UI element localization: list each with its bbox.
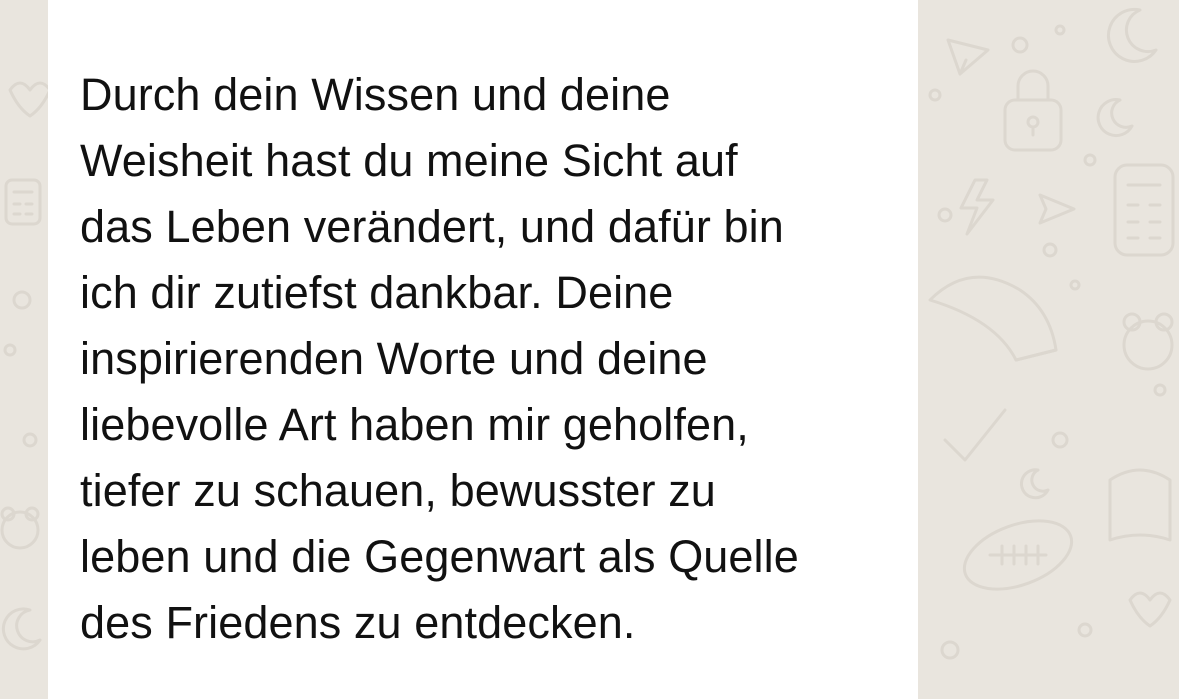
message-line: Weisheit hast du meine Sicht auf (80, 135, 738, 186)
calculator-icon (4, 178, 42, 226)
moon-icon (1, 607, 42, 651)
moon-icon (1019, 468, 1050, 500)
message-line: leben und die Gegenwart als Quelle (80, 531, 799, 582)
heart-icon (1128, 591, 1172, 628)
bear-icon (0, 506, 40, 550)
padlock-icon (1003, 69, 1063, 152)
football-icon (962, 519, 1074, 591)
cap-icon (928, 275, 1058, 362)
lightning-icon (959, 178, 995, 236)
message-text: Durch dein Wissen und deine Weisheit has… (80, 62, 900, 656)
message-line: inspirierenden Worte und deine (80, 333, 708, 384)
message-line: Durch dein Wissen und deine (80, 69, 671, 120)
dot-icon (940, 640, 960, 660)
message-line: liebevolle Art haben mir geholfen, (80, 399, 749, 450)
cap-icon (1108, 468, 1172, 542)
message-line: des Friedens zu entdecken. (80, 597, 636, 648)
message-bubble[interactable]: Durch dein Wissen und deine Weisheit has… (48, 0, 918, 699)
dot-icon (3, 290, 38, 448)
paper-plane-icon (946, 38, 990, 76)
moon-icon (1096, 98, 1134, 138)
bear-icon (1122, 312, 1174, 371)
checkmark-icon (943, 408, 1007, 462)
calculator-icon (1113, 163, 1175, 257)
heart-icon (8, 81, 52, 118)
message-line: tiefer zu schauen, bewusster zu (80, 465, 716, 516)
moon-icon (1106, 7, 1158, 63)
message-line: ich dir zutiefst dankbar. Deine (80, 267, 674, 318)
message-line: das Leben verändert, und dafür bin (80, 201, 784, 252)
paper-plane-icon (1038, 193, 1076, 225)
